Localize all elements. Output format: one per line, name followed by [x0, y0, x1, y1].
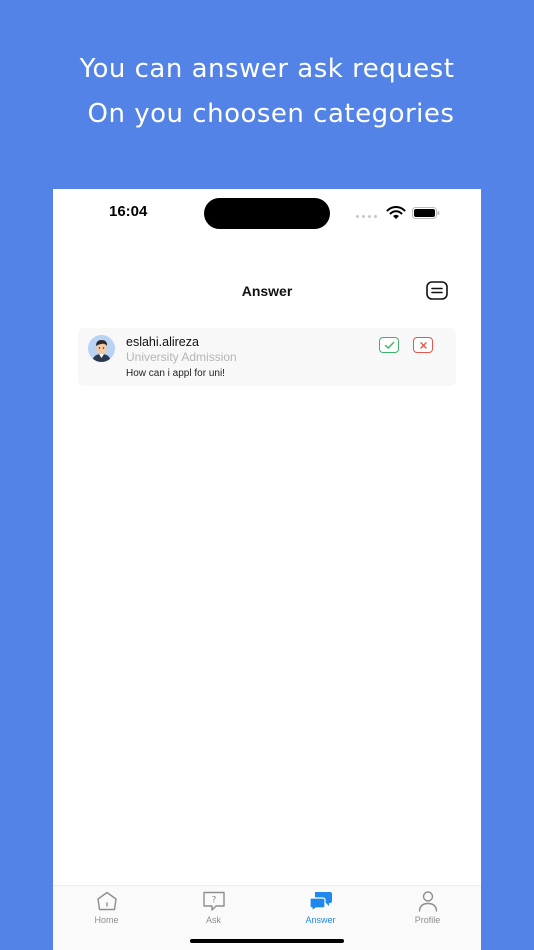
tab-answer[interactable]: Answer: [267, 890, 374, 930]
filter-list-icon[interactable]: [426, 281, 448, 301]
tab-answer-label: Answer: [305, 915, 336, 925]
person-icon: [418, 891, 437, 912]
home-icon: [96, 891, 117, 911]
request-card[interactable]: eslahi.alireza University Admission How …: [78, 328, 456, 386]
svg-text:?: ?: [211, 896, 216, 906]
promo-headline-1: You can answer ask request: [79, 54, 455, 84]
status-time: 16:04: [109, 203, 148, 220]
tab-profile[interactable]: Profile: [374, 890, 481, 930]
chat-bubbles-icon: [308, 892, 332, 912]
tab-ask-label: Ask: [205, 915, 221, 925]
reject-button[interactable]: [413, 337, 433, 353]
home-indicator: [190, 939, 344, 943]
request-category: University Admission: [126, 350, 237, 364]
tab-home[interactable]: Home: [53, 890, 160, 930]
avatar: [88, 335, 115, 362]
checkmark-icon: [384, 341, 395, 349]
request-question: How can i appl for uni!: [126, 368, 225, 379]
wifi-icon: [386, 206, 406, 219]
phone-screen: 16:04 Answer eslahi.alireza University A…: [53, 189, 481, 950]
dynamic-island: [204, 198, 330, 229]
request-username: eslahi.alireza: [126, 335, 199, 349]
tab-home-label: Home: [94, 915, 119, 925]
close-icon: [420, 342, 427, 349]
promo-headline-2: On you choosen categories: [87, 99, 455, 129]
accept-button[interactable]: [379, 337, 399, 353]
page-title: Answer: [241, 283, 293, 299]
signal-icon: [356, 215, 380, 219]
question-bubble-icon: ?: [202, 891, 225, 911]
tab-ask[interactable]: ? Ask: [160, 890, 267, 930]
tab-profile-label: Profile: [414, 915, 441, 925]
battery-icon: [412, 207, 440, 219]
